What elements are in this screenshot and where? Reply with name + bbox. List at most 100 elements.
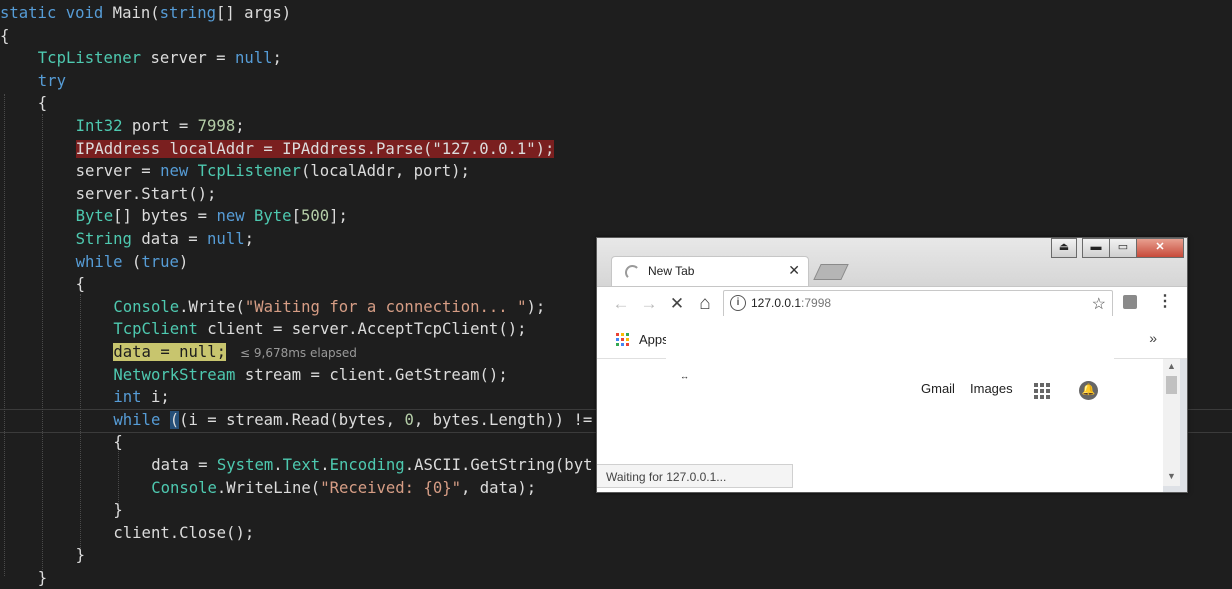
- code-token: int: [113, 388, 142, 407]
- url-port: :7998: [801, 296, 832, 310]
- apps-grid-icon[interactable]: [616, 333, 630, 347]
- scroll-up-icon[interactable]: ▲: [1167, 361, 1176, 371]
- vertical-scrollbar[interactable]: ▲ ▼: [1163, 359, 1180, 486]
- code-token: Byte: [254, 207, 292, 226]
- notification-bell-icon[interactable]: 🔔: [1079, 381, 1098, 400]
- code-token: ;: [244, 230, 254, 248]
- apps-grid-dot: [626, 343, 629, 346]
- code-line[interactable]: try: [38, 70, 66, 92]
- menu-icon[interactable]: ⋮: [1157, 291, 1173, 311]
- code-token: , bytes.Length)) !=: [413, 410, 593, 429]
- code-token: TcpListener: [197, 162, 301, 181]
- stop-icon[interactable]: ✕: [666, 293, 688, 315]
- code-token: ];: [329, 207, 348, 226]
- code-token: , data);: [461, 478, 537, 497]
- code-line[interactable]: server.Start();: [76, 183, 217, 205]
- code-token: 500: [300, 207, 330, 226]
- code-line[interactable]: client.Close();: [113, 522, 254, 544]
- apps-launcher-dot: [1034, 383, 1038, 387]
- code-line[interactable]: static void Main(string[] args): [0, 2, 291, 24]
- bookmarks-overflow-icon[interactable]: »: [1149, 330, 1157, 346]
- code-token: System: [216, 456, 274, 474]
- code-line[interactable]: data = System.Text.Encoding.ASCII.GetStr…: [151, 454, 592, 476]
- code-token: .WriteLine(: [216, 478, 321, 497]
- code-line[interactable]: }: [76, 544, 85, 566]
- code-line[interactable]: String data = null;: [76, 228, 254, 250]
- tab-new-tab[interactable]: New Tab ✕: [611, 256, 809, 287]
- code-token: [] bytes =: [113, 207, 217, 226]
- code-token: port =: [122, 117, 198, 135]
- code-token: i;: [141, 388, 170, 407]
- code-token: "Received: {0}": [320, 478, 462, 497]
- code-token: .Write(: [179, 297, 245, 316]
- code-line[interactable]: {: [38, 92, 47, 114]
- code-token: [] args): [215, 4, 292, 22]
- code-line[interactable]: while (true): [76, 251, 189, 273]
- code-token: server =: [141, 49, 235, 68]
- code-line[interactable]: {: [113, 431, 122, 453]
- code-token: string: [159, 4, 216, 22]
- code-token: }: [75, 546, 85, 565]
- code-line[interactable]: Console.Write("Waiting for a connection.…: [113, 296, 545, 318]
- code-line[interactable]: server = new TcpListener(localAddr, port…: [76, 160, 470, 182]
- scroll-thumb[interactable]: [1166, 376, 1177, 394]
- code-token: }: [113, 501, 123, 520]
- code-token: client.Close();: [113, 523, 255, 542]
- perf-tip[interactable]: ≤ 9,678ms elapsed: [240, 346, 357, 360]
- images-link[interactable]: Images: [970, 381, 1013, 396]
- code-line[interactable]: Byte[] bytes = new Byte[500];: [76, 205, 348, 227]
- apps-grid-dot: [621, 338, 624, 341]
- page-content: ↔ Gmail Images 🔔 Waiting for 127.0.0.1..…: [597, 359, 1163, 492]
- code-line[interactable]: TcpClient client = server.AcceptTcpClien…: [113, 318, 526, 340]
- code-line[interactable]: data = null;: [113, 341, 227, 363]
- code-line[interactable]: Int32 port = 7998;: [76, 115, 245, 137]
- apps-launcher-icon[interactable]: [1034, 383, 1050, 399]
- code-token: Encoding: [329, 456, 405, 474]
- code-token: TcpListener: [37, 49, 142, 68]
- profile-button[interactable]: ⏏: [1051, 238, 1077, 258]
- new-tab-button[interactable]: [813, 264, 849, 280]
- scroll-down-icon[interactable]: ▼: [1167, 471, 1176, 481]
- url-host: 127.0.0.1: [751, 296, 802, 310]
- address-bar[interactable]: i 127.0.0.1:7998 ☆: [723, 290, 1113, 319]
- home-icon[interactable]: ⌂: [694, 293, 716, 315]
- code-line[interactable]: Console.WriteLine("Received: {0}", data)…: [151, 477, 536, 499]
- apps-grid-dot: [626, 338, 629, 341]
- gmail-link[interactable]: Gmail: [921, 381, 955, 396]
- tab-close-icon[interactable]: ✕: [788, 262, 800, 279]
- code-line[interactable]: }: [113, 499, 122, 521]
- forward-icon[interactable]: →: [638, 293, 660, 315]
- code-line[interactable]: }: [38, 567, 47, 589]
- apps-bookmark[interactable]: Apps: [639, 332, 669, 347]
- back-icon[interactable]: ←: [610, 293, 632, 315]
- code-line[interactable]: {: [76, 273, 85, 295]
- code-line[interactable]: IPAddress localAddr = IPAddress.Parse("1…: [75, 138, 555, 160]
- title-bar[interactable]: New Tab ✕ ⏏ ▬ ▭ ✕: [597, 238, 1187, 287]
- apps-launcher-dot: [1046, 395, 1050, 399]
- code-line[interactable]: NetworkStream stream = client.GetStream(…: [113, 364, 507, 386]
- url-text[interactable]: 127.0.0.1:7998: [751, 296, 831, 310]
- minimize-button[interactable]: ▬: [1082, 238, 1110, 258]
- close-button[interactable]: ✕: [1136, 238, 1184, 258]
- loading-spinner-icon: [625, 265, 640, 280]
- code-token: NetworkStream: [113, 365, 236, 384]
- code-line[interactable]: {: [0, 25, 9, 47]
- code-token: String: [75, 230, 132, 248]
- code-line[interactable]: int i;: [113, 386, 169, 408]
- code-token: [: [291, 207, 301, 226]
- code-line[interactable]: while ((i = stream.Read(bytes, 0, bytes.…: [113, 409, 592, 431]
- status-bubble: Waiting for 127.0.0.1...: [597, 464, 793, 488]
- code-token: {: [75, 275, 85, 294]
- extension-icon[interactable]: [1123, 295, 1137, 309]
- code-token: Main(: [103, 4, 160, 22]
- code-line[interactable]: TcpListener server = null;: [38, 47, 282, 69]
- code-token: .: [320, 456, 330, 474]
- code-token: "Waiting for a connection... ": [244, 297, 527, 316]
- maximize-button[interactable]: ▭: [1109, 238, 1137, 258]
- omnibox-dropdown-overlay: [666, 316, 1114, 362]
- browser-window[interactable]: New Tab ✕ ⏏ ▬ ▭ ✕ ← → ✕ ⌂ i 127.0.0.1:79…: [596, 237, 1188, 493]
- info-icon[interactable]: i: [730, 295, 746, 311]
- bookmark-star-icon[interactable]: ☆: [1092, 294, 1106, 314]
